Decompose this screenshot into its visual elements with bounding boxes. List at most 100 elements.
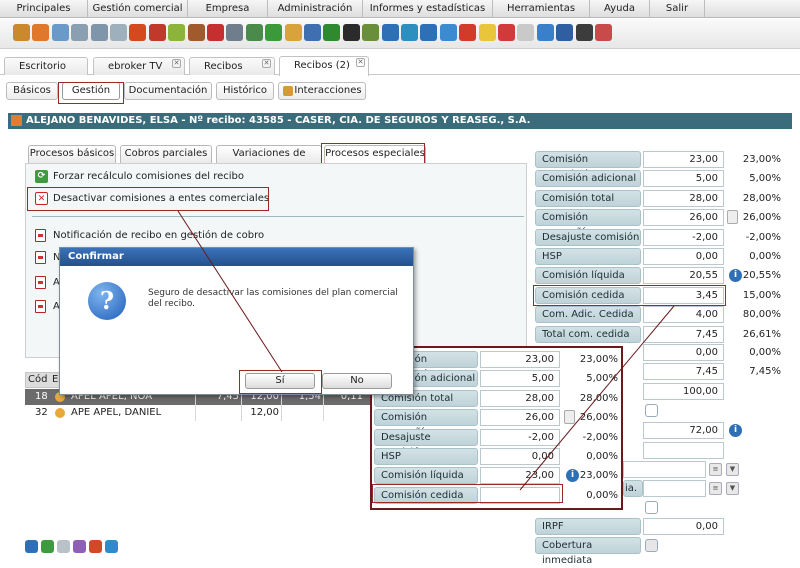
grid-icon[interactable] <box>57 540 70 553</box>
phone-icon[interactable] <box>556 24 574 41</box>
tab-ebroker-tv[interactable]: ebroker TV ✕ <box>93 57 185 75</box>
menu-ayuda[interactable]: Ayuda <box>590 0 650 18</box>
subtab-documentacion[interactable]: Documentación <box>124 82 212 100</box>
menu-salir[interactable]: Salir <box>650 0 705 18</box>
checkbox[interactable] <box>645 501 658 514</box>
user-orange-icon[interactable] <box>32 24 50 41</box>
tab-procesos-especiales[interactable]: Procesos especiales <box>324 145 426 163</box>
calculator-icon[interactable] <box>727 210 738 225</box>
list-icon[interactable]: ≡ <box>709 463 722 476</box>
user-export-icon[interactable] <box>89 540 102 553</box>
tab-variaciones-prima[interactable]: Variaciones de prima <box>216 145 322 175</box>
table-row[interactable]: 32 APE APEL, DANIEL 12,00 <box>25 405 370 421</box>
pencil-icon[interactable] <box>168 24 186 41</box>
window-icon[interactable] <box>90 24 108 41</box>
yes-button[interactable]: Sí <box>245 373 315 389</box>
cobertura-checkbox[interactable] <box>645 539 658 552</box>
close-icon[interactable]: ✕ <box>356 58 365 67</box>
user-blue-icon[interactable] <box>51 24 69 41</box>
value-field[interactable]: 100,00 <box>643 383 724 400</box>
calculator-icon[interactable] <box>564 410 575 425</box>
value-field[interactable]: 20,55 <box>643 267 724 285</box>
ie-icon[interactable] <box>498 24 515 41</box>
menu-gestion-comercial[interactable]: Gestión comercial <box>88 0 188 18</box>
zoom-value-field[interactable]: 28,00 <box>480 389 560 407</box>
notepad-icon[interactable] <box>536 24 554 41</box>
grid-icon[interactable] <box>110 24 127 41</box>
people-icon[interactable] <box>304 24 321 41</box>
globe-icon[interactable] <box>439 24 457 41</box>
cancel-icon[interactable] <box>342 24 360 41</box>
value-field[interactable]: 7,45 <box>643 325 724 343</box>
value-field[interactable]: 0,00 <box>643 248 724 265</box>
subtab-basicos[interactable]: Básicos <box>6 82 58 100</box>
value-field[interactable]: 72,00 <box>643 422 724 439</box>
screen-icon[interactable] <box>71 24 89 41</box>
fire-icon[interactable] <box>129 24 147 41</box>
checkbox[interactable] <box>645 404 658 417</box>
question-icon[interactable] <box>595 24 612 41</box>
list-icon[interactable]: ≡ <box>709 482 722 495</box>
zoom-value-field[interactable]: 0,00 <box>480 448 560 465</box>
value-field[interactable] <box>643 442 724 459</box>
subtab-interacciones[interactable]: Interacciones <box>278 82 366 100</box>
refresh-icon[interactable] <box>41 540 54 553</box>
zoom-value-field[interactable] <box>480 486 560 504</box>
value-field[interactable]: 23,00 <box>643 151 724 168</box>
chevron-down-icon[interactable]: ▼ <box>726 463 739 476</box>
tab-recibos-2[interactable]: Recibos (2) ✕ <box>279 56 369 76</box>
combo-field[interactable] <box>643 480 706 497</box>
combo-field[interactable] <box>623 461 706 478</box>
subtab-gestion[interactable]: Gestión <box>62 82 120 100</box>
irpf-field[interactable]: 0,00 <box>643 518 724 535</box>
menu-empresa[interactable]: Empresa <box>188 0 268 18</box>
globe-icon[interactable] <box>105 540 118 553</box>
info-icon[interactable]: i <box>729 424 742 437</box>
value-field[interactable]: 3,45 <box>643 286 724 304</box>
menu-informes[interactable]: Informes y estadísticas <box>363 0 493 18</box>
value-field[interactable]: 28,00 <box>643 189 724 207</box>
lightbulb-icon[interactable] <box>478 24 496 41</box>
zoom-value-field[interactable]: 26,00 <box>480 409 560 427</box>
target-icon[interactable] <box>148 24 166 41</box>
menu-herramientas[interactable]: Herramientas <box>493 0 590 18</box>
first-aid-icon[interactable] <box>207 24 224 41</box>
eye-icon[interactable] <box>25 540 38 553</box>
col-header-cod[interactable]: Cód <box>28 373 47 389</box>
zoom-value-field[interactable]: 23,00 <box>480 351 560 368</box>
tab-recibos[interactable]: Recibos ✕ <box>189 57 275 75</box>
tools-icon[interactable] <box>575 24 593 41</box>
document-icon[interactable] <box>245 24 263 41</box>
value-field[interactable]: 7,45 <box>643 363 724 380</box>
report-notificacion[interactable]: Notificación de recibo en gestión de cob… <box>35 228 264 244</box>
value-field[interactable]: 26,00 <box>643 209 724 227</box>
print-icon[interactable] <box>73 540 86 553</box>
tab-procesos-basicos[interactable]: Procesos básicos <box>28 145 116 163</box>
recycle-icon[interactable] <box>401 24 418 41</box>
subtab-historico[interactable]: Histórico <box>216 82 274 100</box>
no-button[interactable]: No <box>322 373 392 389</box>
menu-principales[interactable]: Principales <box>0 0 88 18</box>
box-icon[interactable] <box>13 24 30 41</box>
tab-escritorio[interactable]: Escritorio <box>4 57 88 75</box>
value-field[interactable]: 0,00 <box>643 344 724 361</box>
close-icon[interactable]: ✕ <box>172 59 181 68</box>
close-icon[interactable]: ✕ <box>262 59 271 68</box>
value-field[interactable]: 4,00 <box>643 306 724 324</box>
briefcase-icon[interactable] <box>187 24 205 41</box>
zoom-value-field[interactable]: 23,00 <box>480 467 560 485</box>
g-red-icon[interactable] <box>459 24 477 41</box>
traffic-light-icon[interactable] <box>265 24 283 41</box>
check-arrow-icon[interactable] <box>323 24 341 41</box>
chevron-down-icon[interactable]: ▼ <box>726 482 739 495</box>
tab-cobros-parciales[interactable]: Cobros parciales <box>120 145 212 163</box>
sync-icon[interactable] <box>420 24 438 41</box>
force-recalc-action[interactable]: ⟳ Forzar recálculo comisiones del recibo <box>35 169 244 185</box>
cube-icon[interactable] <box>226 24 244 41</box>
deactivate-commissions-action[interactable]: ✕ Desactivar comisiones a entes comercia… <box>35 191 269 207</box>
value-field[interactable]: -2,00 <box>643 228 724 246</box>
menu-administracion[interactable]: Administración <box>268 0 363 18</box>
c-blue-icon[interactable] <box>381 24 399 41</box>
bird-icon[interactable] <box>362 24 380 41</box>
zoom-value-field[interactable]: 5,00 <box>480 370 560 388</box>
